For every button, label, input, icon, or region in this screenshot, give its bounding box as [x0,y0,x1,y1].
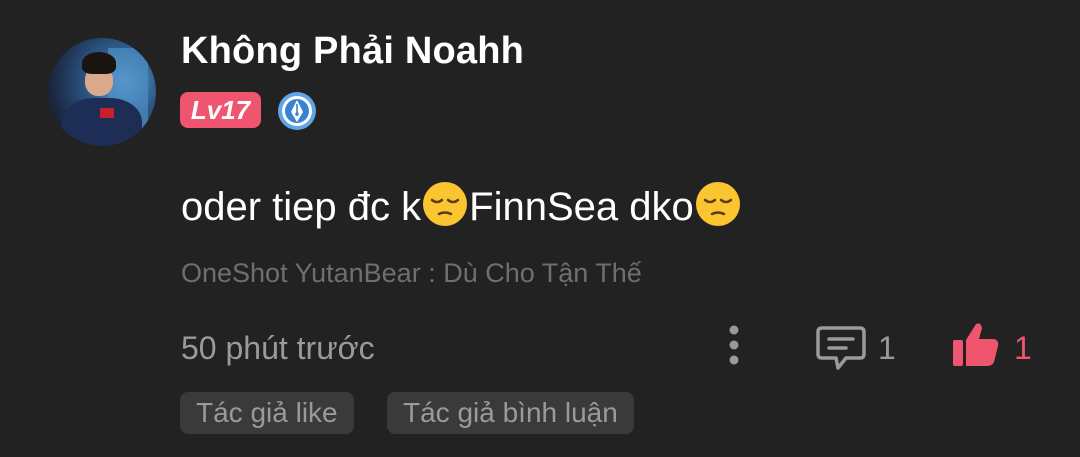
avatar[interactable] [48,38,156,146]
avatar-shirt-stripe [100,108,114,118]
comment-icon [816,326,866,370]
like-button[interactable]: 1 [950,320,1040,374]
timestamp: 50 phút trước [181,330,375,366]
pensive-face-emoji [423,182,468,226]
pen-badge-icon [278,92,316,130]
more-vertical-icon [729,325,739,365]
avatar-body [62,98,142,146]
thumbs-up-icon [953,323,999,366]
level-badge: Lv17 [180,92,261,128]
source-story-link[interactable]: OneShot YutanBear : Dù Cho Tận Thế [181,258,642,289]
comment-text-part1: oder tiep đc k [181,185,422,229]
tag-author-liked: Tác giả like [180,392,354,434]
comment-text-part2: FinnSea dko [469,185,694,229]
reply-button[interactable]: 1 [816,322,906,374]
comment-text: oder tiep đc k FinnSea dko [181,180,742,232]
tag-author-commented: Tác giả bình luận [387,392,634,434]
like-count: 1 [1014,330,1032,366]
more-button[interactable] [718,322,750,370]
avatar-hair [82,52,116,74]
username[interactable]: Không Phải Noahh [181,30,524,73]
reply-count: 1 [878,330,896,366]
pensive-face-emoji [695,182,740,226]
